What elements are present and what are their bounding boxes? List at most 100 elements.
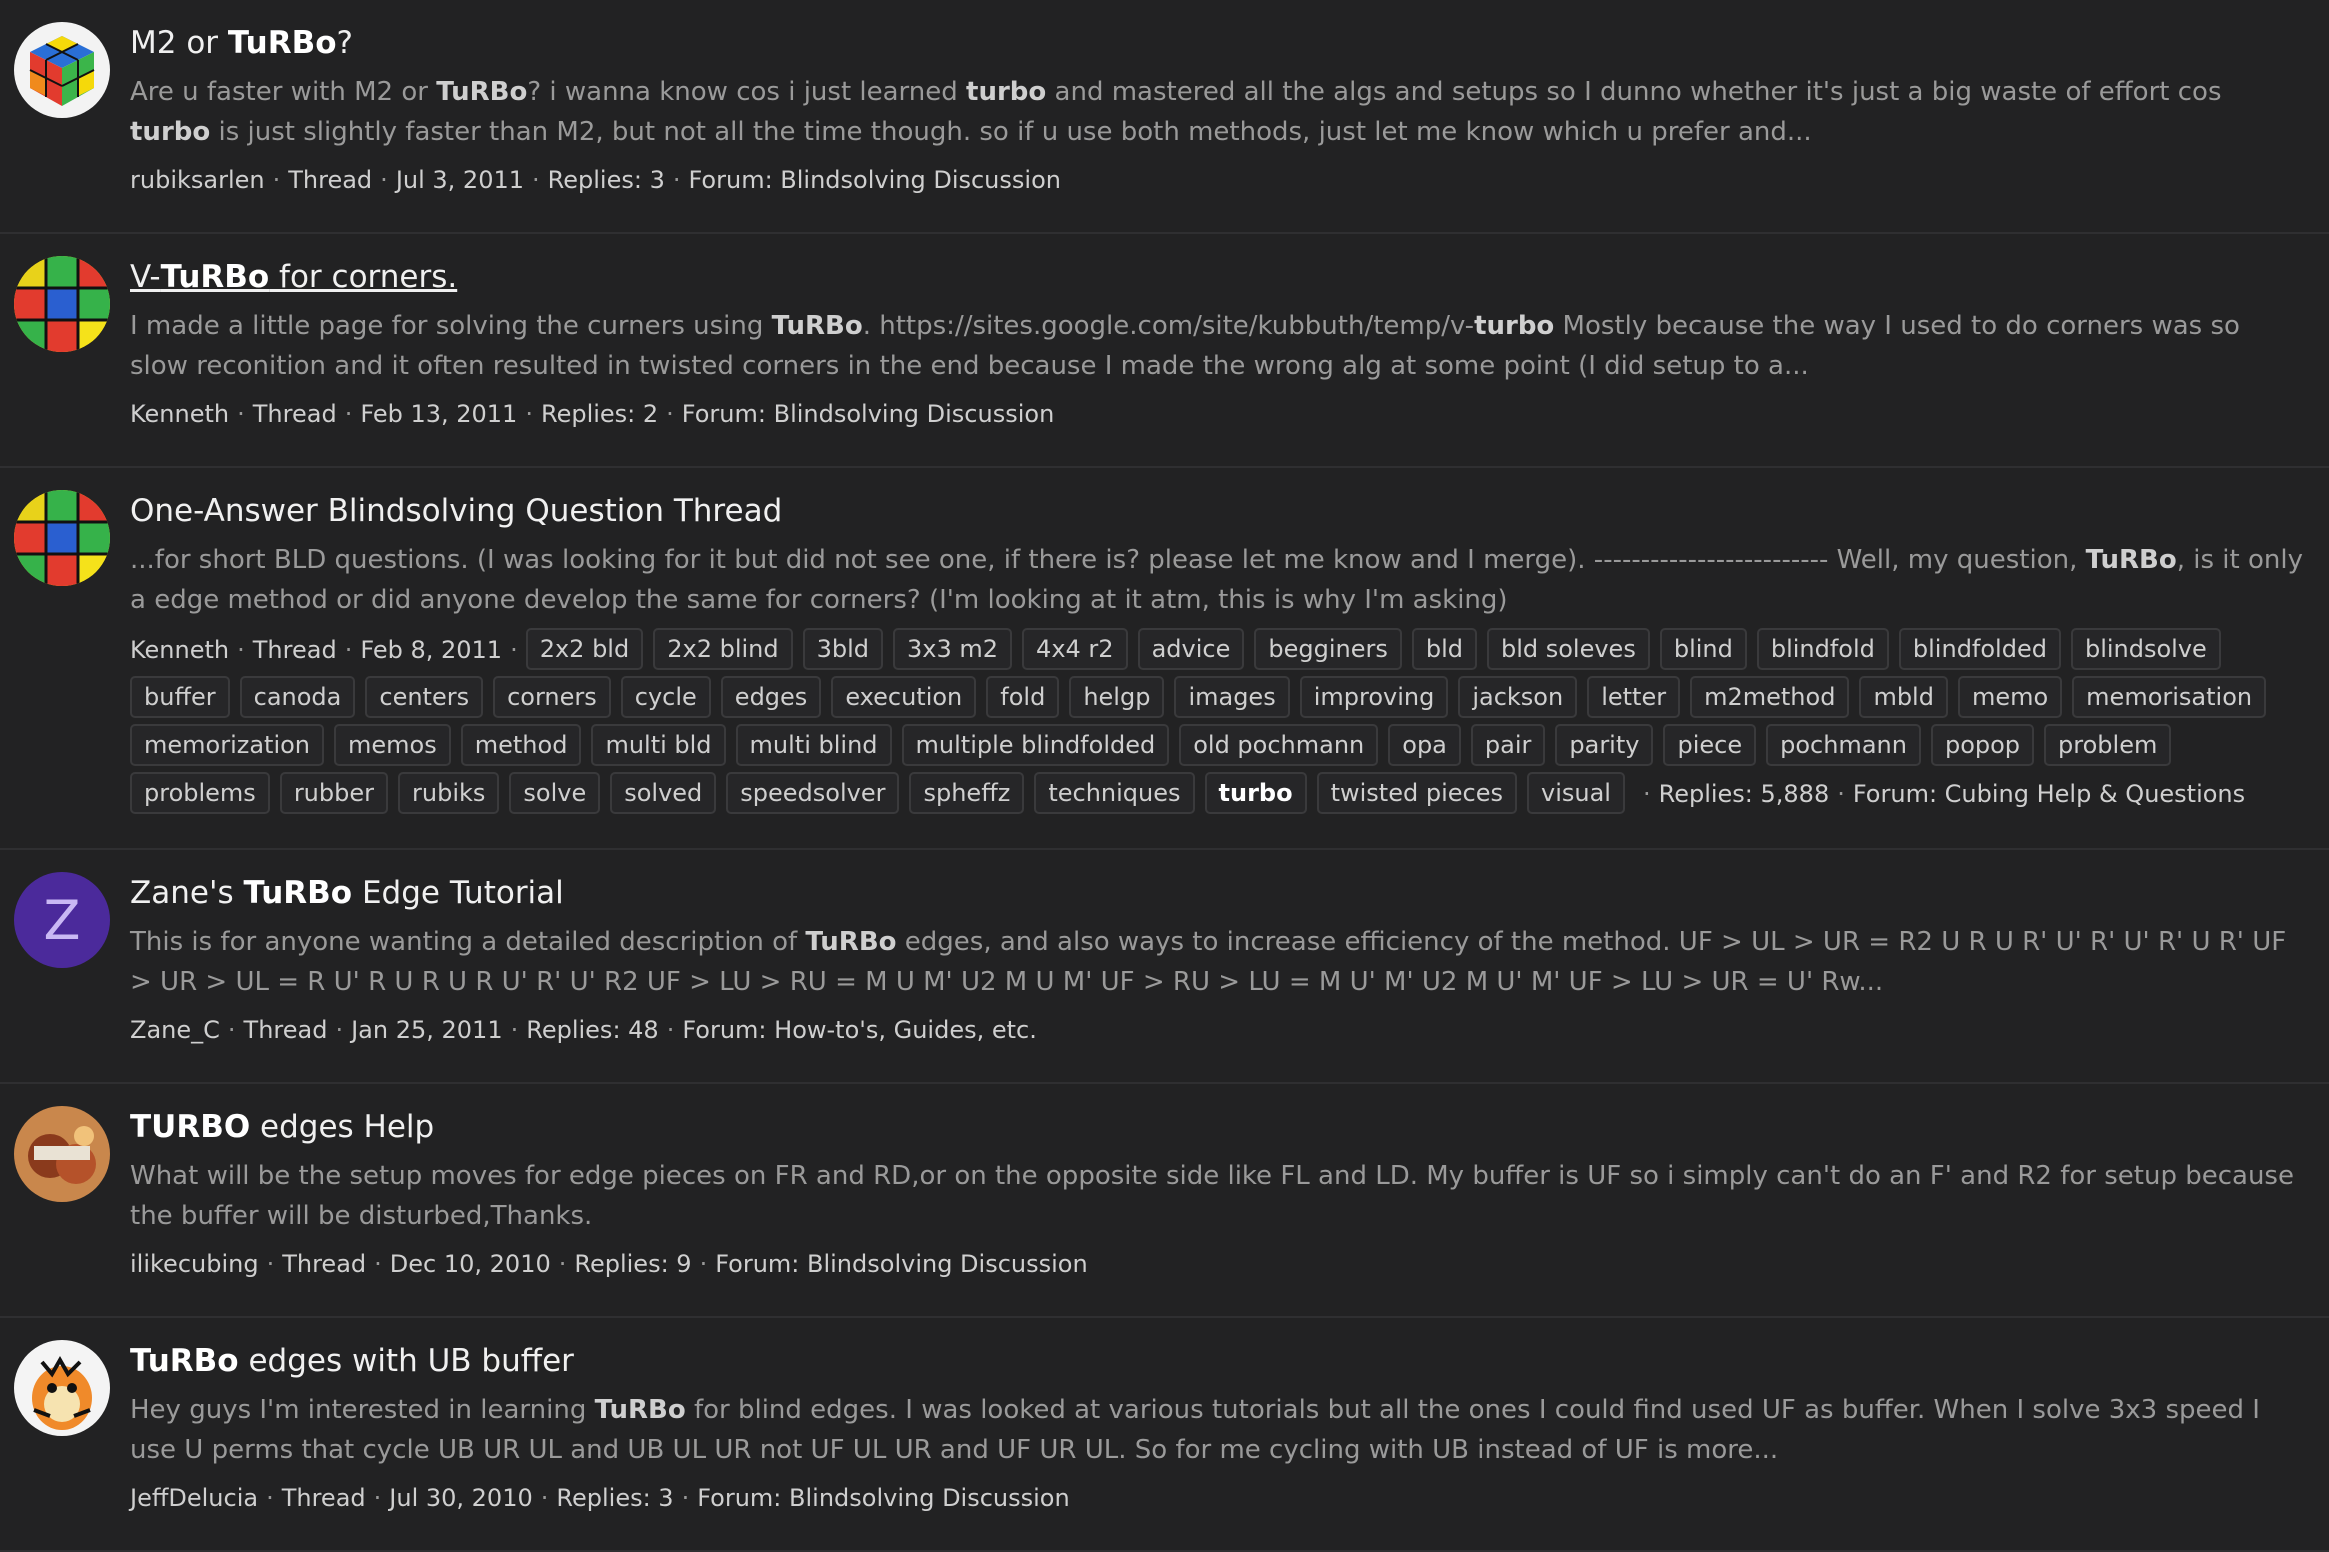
author-link[interactable]: Kenneth	[130, 628, 229, 672]
rubiks-cube-avatar-icon	[14, 22, 110, 118]
tag-chip[interactable]: letter	[1587, 676, 1681, 718]
content-type: Thread	[252, 400, 337, 428]
forum-link[interactable]: Forum: Blindsolving Discussion	[682, 392, 1054, 436]
tag-chip[interactable]: mbld	[1859, 676, 1948, 718]
tag-chip[interactable]: bld	[1411, 628, 1477, 670]
tag-chip[interactable]: multi bld	[591, 724, 726, 766]
tag-chip[interactable]: solve	[509, 772, 601, 814]
result-snippet: ...for short BLD questions. (I was looki…	[130, 545, 2303, 615]
tag-chip[interactable]: visual	[1526, 772, 1625, 814]
tag-chip[interactable]: 3x3 m2	[893, 628, 1013, 670]
avatar[interactable]	[14, 490, 110, 586]
search-result: V-TuRBo for corners. I made a little pag…	[0, 234, 2329, 468]
result-snippet: Are u faster with M2 or TuRBo? i wanna k…	[130, 77, 2222, 147]
result-snippet: I made a little page for solving the cur…	[130, 311, 2240, 381]
author-link[interactable]: Zane_C	[130, 1008, 220, 1052]
photo-avatar-icon	[14, 1106, 110, 1202]
tag-chip[interactable]: solved	[610, 772, 717, 814]
search-result: TuRBo edges with UB buffer Hey guys I'm …	[0, 1318, 2329, 1552]
cube-grid-avatar-icon	[14, 256, 110, 352]
tag-chip[interactable]: bld soleves	[1486, 628, 1650, 670]
letter-avatar: Z	[14, 872, 110, 968]
search-result: TURBO edges Help What will be the setup …	[0, 1084, 2329, 1318]
tag-chip[interactable]: blind	[1659, 628, 1747, 670]
forum-link[interactable]: Forum: Blindsolving Discussion	[715, 1242, 1087, 1286]
tag-chip[interactable]: edges	[720, 676, 822, 718]
author-link[interactable]: JeffDelucia	[130, 1476, 258, 1520]
avatar[interactable]	[14, 22, 110, 118]
tag-chip[interactable]: rubber	[279, 772, 388, 814]
tag-chip[interactable]: rubiks	[398, 772, 500, 814]
tag-chip[interactable]: jackson	[1458, 676, 1578, 718]
tag-chip[interactable]: piece	[1663, 724, 1757, 766]
result-snippet: Hey guys I'm interested in learning TuRB…	[130, 1395, 2260, 1465]
tag-chip[interactable]: m2method	[1690, 676, 1850, 718]
avatar[interactable]	[14, 1340, 110, 1436]
search-results-list: M2 or TuRBo? Are u faster with M2 or TuR…	[0, 0, 2329, 1552]
content-type: Thread	[281, 1484, 366, 1512]
author-link[interactable]: rubiksarlen	[130, 158, 265, 202]
tag-chip[interactable]: pochmann	[1766, 724, 1921, 766]
author-link[interactable]: ilikecubing	[130, 1242, 259, 1286]
tag-chip[interactable]: improving	[1299, 676, 1449, 718]
tag-chip[interactable]: spheffz	[909, 772, 1025, 814]
tag-chip[interactable]: advice	[1137, 628, 1245, 670]
tag-chip[interactable]: execution	[831, 676, 977, 718]
forum-link[interactable]: Forum: Blindsolving Discussion	[688, 158, 1060, 202]
tag-chip[interactable]: canoda	[239, 676, 356, 718]
author-link[interactable]: Kenneth	[130, 392, 229, 436]
forum-link[interactable]: Forum: How-to's, Guides, etc.	[682, 1008, 1037, 1052]
tag-chip[interactable]: problems	[130, 772, 270, 814]
tag-chip[interactable]: twisted pieces	[1316, 772, 1517, 814]
tag-chip[interactable]: 2x2 bld	[525, 628, 644, 670]
tag-chip[interactable]: memos	[334, 724, 451, 766]
tag-chip[interactable]: centers	[365, 676, 484, 718]
tag-chip[interactable]: corners	[493, 676, 611, 718]
tag-chip[interactable]: old pochmann	[1179, 724, 1379, 766]
search-result: One-Answer Blindsolving Question Thread …	[0, 468, 2329, 850]
tag-chip[interactable]: memo	[1957, 676, 2063, 718]
tag-chip[interactable]: 4x4 r2	[1022, 628, 1128, 670]
post-date: Feb 13, 2011	[360, 400, 518, 428]
avatar[interactable]	[14, 1106, 110, 1202]
tag-chip[interactable]: blindfold	[1756, 628, 1889, 670]
avatar[interactable]: Z	[14, 872, 110, 968]
result-meta: ilikecubing · Thread · Dec 10, 2010 · Repli…	[130, 1242, 2305, 1286]
tag-chip[interactable]: 3bld	[802, 628, 884, 670]
tag-chip[interactable]: multi blind	[735, 724, 892, 766]
tag-chip[interactable]: opa	[1388, 724, 1461, 766]
tag-chip[interactable]: cycle	[620, 676, 711, 718]
avatar[interactable]	[14, 256, 110, 352]
tag-chip[interactable]: buffer	[130, 676, 230, 718]
result-title-link[interactable]: TuRBo edges with UB buffer	[130, 1342, 2305, 1380]
tag-chip[interactable]: begginers	[1254, 628, 1402, 670]
tag-chip[interactable]: pair	[1470, 724, 1546, 766]
forum-link[interactable]: Forum: Cubing Help & Questions	[1853, 772, 2245, 816]
tag-chip[interactable]: blindfolded	[1898, 628, 2061, 670]
forum-link[interactable]: Forum: Blindsolving Discussion	[697, 1476, 1069, 1520]
tag-chip[interactable]: memorization	[130, 724, 325, 766]
tag-chip[interactable]: popop	[1930, 724, 2035, 766]
title-highlight: TuRBo	[227, 25, 337, 61]
tag-chip[interactable]: memorisation	[2072, 676, 2267, 718]
result-title-link[interactable]: One-Answer Blindsolving Question Thread	[130, 492, 2305, 530]
result-title-link[interactable]: Zane's TuRBo Edge Tutorial	[130, 874, 2305, 912]
tag-chip[interactable]: techniques	[1034, 772, 1195, 814]
tag-chip[interactable]: helgp	[1069, 676, 1165, 718]
tag-chip[interactable]: problem	[2044, 724, 2172, 766]
tag-chip[interactable]: speedsolver	[726, 772, 900, 814]
tag-chip[interactable]: 2x2 blind	[653, 628, 793, 670]
tag-chip[interactable]: turbo	[1204, 772, 1307, 814]
tag-chip[interactable]: method	[460, 724, 582, 766]
tag-chip[interactable]: fold	[986, 676, 1060, 718]
tag-chip[interactable]: images	[1174, 676, 1290, 718]
result-title-link[interactable]: M2 or TuRBo?	[130, 24, 2305, 62]
result-meta: Zane_C · Thread · Jan 25, 2011 · Replies: 4…	[130, 1008, 2305, 1052]
content-type: Thread	[282, 1250, 367, 1278]
result-title-link[interactable]: TURBO edges Help	[130, 1108, 2305, 1146]
tag-chip[interactable]: multiple blindfolded	[901, 724, 1170, 766]
tag-chip[interactable]: parity	[1555, 724, 1654, 766]
tag-chip[interactable]: blindsolve	[2070, 628, 2221, 670]
result-title-link[interactable]: V-TuRBo for corners.	[130, 258, 2305, 296]
reply-count: Replies: 2	[540, 400, 659, 428]
